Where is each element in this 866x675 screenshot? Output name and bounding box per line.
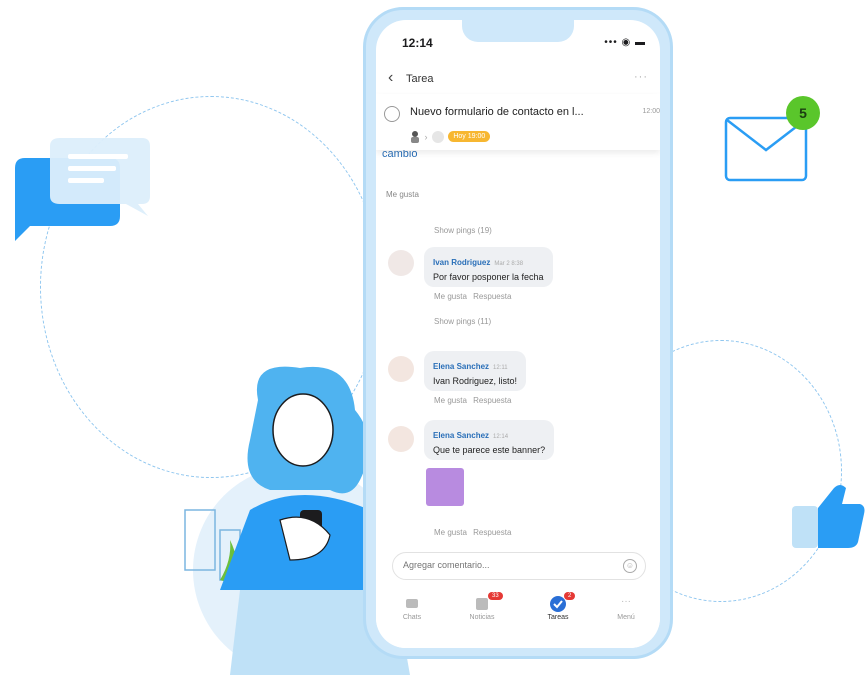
task-meta: › Hoy 19:00	[410, 128, 491, 143]
tab-bar: Chats 33 Noticias 2 Tareas ··· Menú	[376, 586, 660, 648]
task-time: 12:00	[642, 108, 660, 115]
show-pings-link[interactable]: Show pings (11)	[434, 317, 491, 326]
like-button[interactable]: Me gusta	[434, 528, 467, 537]
mail-count-badge: 5	[786, 96, 820, 130]
tab-label: Tareas	[547, 614, 569, 621]
menu-icon: ···	[621, 596, 631, 607]
comment-input-wrapper: ☺	[392, 552, 646, 580]
comment-text: Ivan Rodriguez, listo!	[433, 376, 518, 386]
chat-bubble-illustration-icon	[15, 138, 150, 241]
task-title: Nuevo formulario de contacto en l...	[410, 106, 584, 118]
status-icons: ••• ◉ ▬	[604, 37, 646, 48]
notification-count-badge: 33	[488, 592, 503, 600]
comment-time: 12:11	[493, 365, 508, 371]
avatar	[388, 250, 414, 276]
notification-count-badge: 2	[564, 592, 576, 600]
assignee-avatar-icon	[431, 130, 444, 143]
phone-frame: 12:14 ••• ◉ ▬ ‹ Tarea ··· Nuevo formular…	[363, 7, 673, 659]
avatar	[388, 426, 414, 452]
like-button[interactable]: Me gusta	[434, 292, 467, 301]
comment-author[interactable]: Elena Sanchez	[433, 431, 489, 440]
comment-bubble: Ivan Rodriguez Mar 2 8:38 Por favor pospo…	[424, 247, 553, 287]
tab-tareas[interactable]: 2 Tareas	[528, 592, 588, 621]
tab-chats[interactable]: Chats	[382, 596, 442, 621]
more-options-icon[interactable]: ···	[634, 71, 648, 83]
task-header[interactable]: Nuevo formulario de contacto en l... 12:…	[376, 94, 660, 150]
tasks-icon	[550, 596, 566, 612]
reply-button[interactable]: Respuesta	[473, 528, 511, 537]
banner-image-thumbnail[interactable]	[426, 468, 464, 506]
show-pings-link[interactable]: Show pings (19)	[434, 226, 492, 235]
tab-label: Noticias	[469, 614, 495, 621]
chat-icon	[404, 596, 420, 612]
emoji-icon[interactable]: ☺	[623, 559, 637, 573]
like-button[interactable]: Me gusta	[386, 190, 419, 199]
comment-author[interactable]: Elena Sanchez	[433, 362, 489, 371]
chevron-right-icon: ›	[424, 131, 428, 142]
phone-notch	[462, 20, 574, 42]
comment-actions: Me gusta Respuesta	[434, 396, 511, 405]
comment-actions: Me gusta Respuesta	[434, 528, 511, 537]
reply-button[interactable]: Respuesta	[473, 396, 511, 405]
comment-time: 12:14	[493, 434, 509, 440]
news-icon	[474, 596, 490, 612]
status-time: 12:14	[402, 36, 433, 50]
comment-text: Por favor posponer la fecha	[433, 272, 544, 282]
tab-label: Menú	[617, 614, 635, 621]
back-icon[interactable]: ‹	[388, 69, 393, 87]
person-icon	[411, 130, 419, 143]
nav-title: Tarea	[406, 73, 434, 85]
reply-button[interactable]: Respuesta	[473, 292, 511, 301]
tab-noticias[interactable]: 33 Noticias	[452, 592, 512, 621]
avatar	[388, 356, 414, 382]
deadline-badge[interactable]: Hoy 19:00	[448, 131, 491, 143]
comment-bubble: Elena Sanchez 12:11 Ivan Rodriguez, listo…	[424, 351, 527, 391]
like-button[interactable]: Me gusta	[434, 396, 467, 405]
comment-input[interactable]	[403, 560, 603, 570]
nav-bar: ‹ Tarea ···	[376, 64, 660, 94]
comment-actions: Me gusta Respuesta	[434, 292, 511, 301]
comment-author[interactable]: Ivan Rodriguez	[433, 258, 490, 267]
thumbs-up-icon	[792, 485, 865, 548]
comment-time: Mar 2 8:38	[494, 261, 524, 267]
comment-text: Que te parece este banner?	[433, 445, 546, 455]
comment-bubble: Elena Sanchez 12:14 Que te parece este ba…	[424, 420, 555, 460]
task-complete-checkbox[interactable]	[384, 106, 400, 122]
tab-menu[interactable]: ··· Menú	[596, 596, 656, 621]
tab-label: Chats	[402, 614, 422, 621]
phone-screen: 12:14 ••• ◉ ▬ ‹ Tarea ··· Nuevo formular…	[376, 20, 660, 648]
